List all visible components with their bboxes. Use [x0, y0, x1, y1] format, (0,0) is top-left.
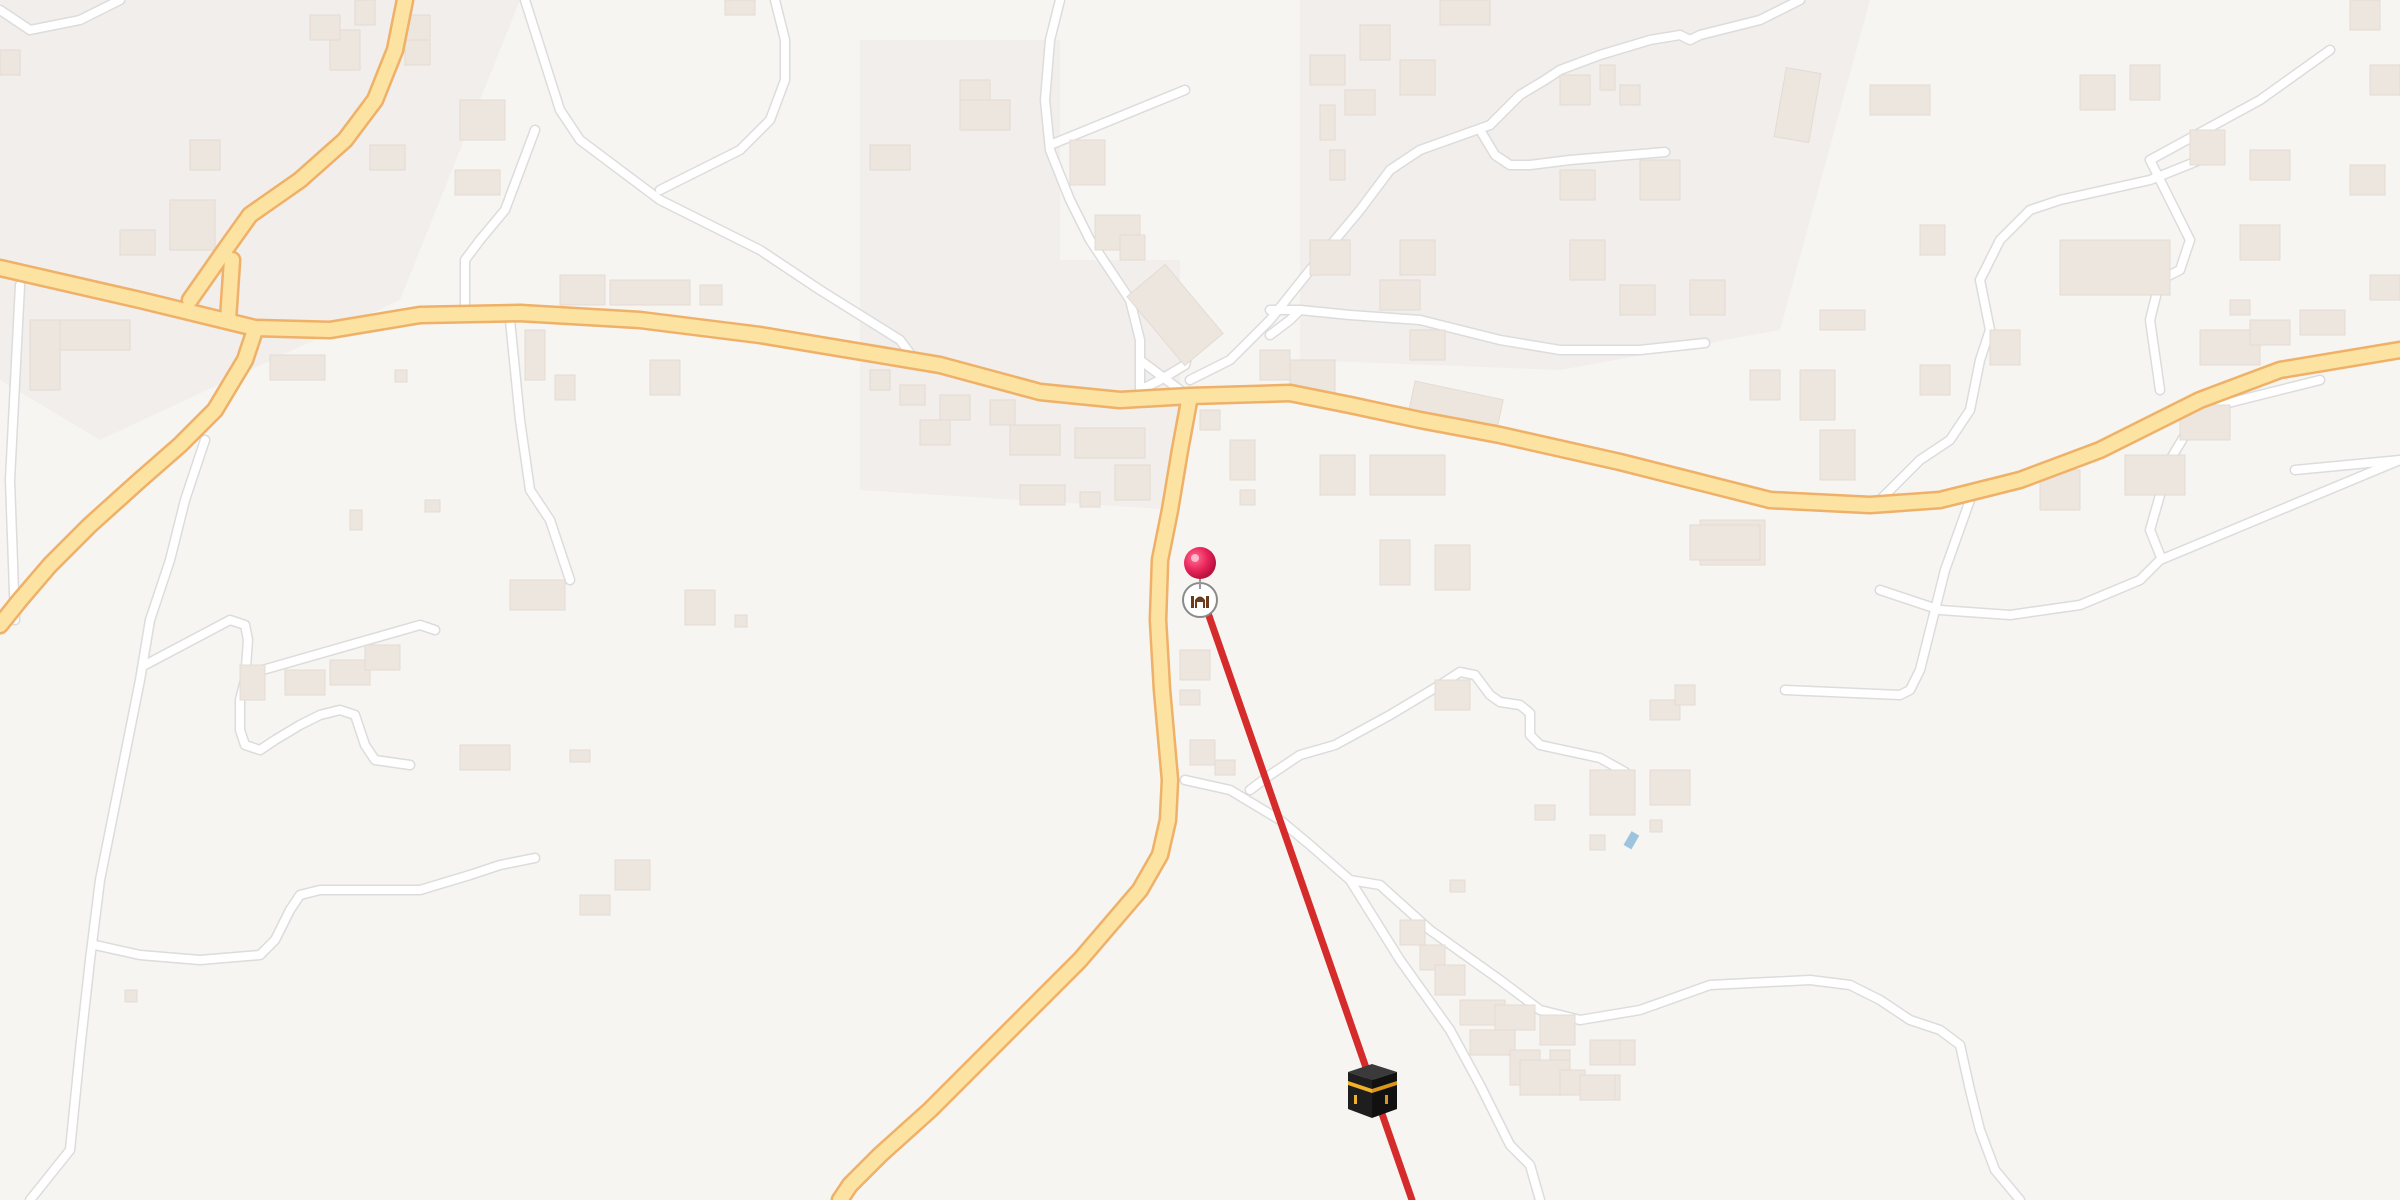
kaaba-marker[interactable]: [1345, 1062, 1400, 1120]
pond: [1623, 831, 1640, 850]
map-view[interactable]: [0, 0, 2400, 1200]
kaaba-icon: [1348, 1064, 1397, 1118]
location-pin[interactable]: [1180, 545, 1220, 590]
map-pin-icon: [1184, 547, 1216, 589]
